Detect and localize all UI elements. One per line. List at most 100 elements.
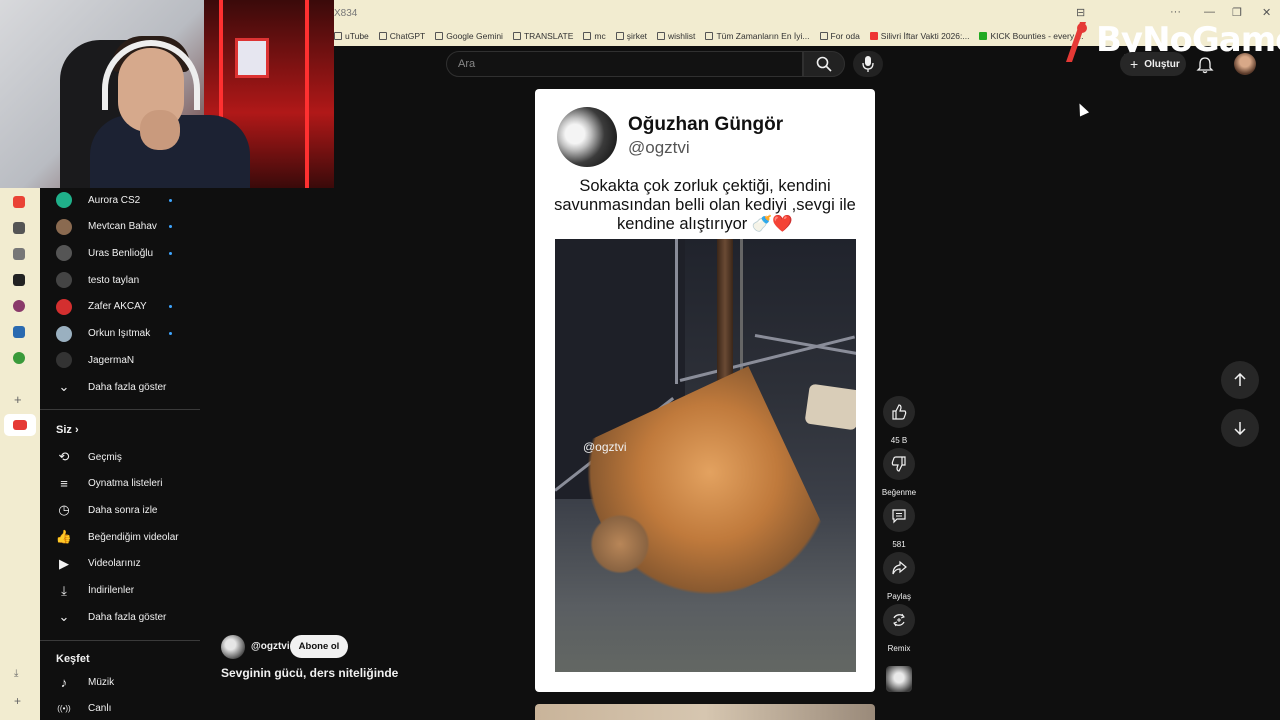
app-icon[interactable] [13,352,25,364]
you-heading[interactable]: Siz › [56,424,79,436]
bookmark-item[interactable]: ChatGPT [378,31,426,41]
bookmark-label: ChatGPT [389,31,426,41]
app-icon[interactable] [13,326,25,338]
video-frame: @ogztvi [555,239,856,672]
share-button[interactable]: Paylaş [883,552,915,601]
subscribe-button[interactable]: Abone ol [290,635,348,658]
sidebar-item-history[interactable]: ⟲ Geçmiş [40,444,200,470]
bookmark-item[interactable]: Google Gemini [435,31,503,41]
bookmark-item[interactable]: TRANSLATE [512,31,574,41]
show-more-you[interactable]: ⌄ Daha fazla göster [40,604,200,630]
sidebar-subscription[interactable]: Zafer AKCAY [40,294,200,320]
chevron-down-icon: ⌄ [58,609,70,624]
channel-name[interactable]: @ogztvi [251,641,290,652]
bookmark-item[interactable]: wishlist [657,31,695,41]
bookmark-item[interactable]: Silivri İftar Vakti 2026:... [869,31,970,41]
sidebar-subscription[interactable]: Aurora CS2 [40,187,200,213]
remix-label: Remix [887,644,911,653]
sidebar-subscription[interactable]: testo taylan [40,267,200,293]
bookmark-item[interactable]: Tüm Zamanların En İyi... [705,31,810,41]
page-icon [869,32,878,40]
more-icon[interactable]: ··· [1170,6,1181,18]
watch-later-icon: ◷ [58,502,70,518]
sidebar-item-your-videos[interactable]: ▶ Videolarınız [40,551,200,577]
sidebar-item-label: Videolarınız [88,558,141,570]
search-input[interactable] [447,52,802,76]
create-button[interactable]: + Oluştur [1120,52,1186,76]
app-icon[interactable] [13,274,25,286]
bookmark-label: uTube [345,31,369,41]
video-title[interactable]: Sevginin gücü, ders niteliğinde [221,666,398,680]
channel-avatar [56,298,72,315]
new-content-dot [169,332,172,335]
sidebar-subscription[interactable]: Orkun Işıtmak [40,321,200,347]
comment-count: 581 [892,540,906,549]
like-button[interactable]: 45 B [883,396,915,445]
sidebar-item-playlists[interactable]: ≡ Oynatma listeleri [40,471,200,497]
bookmark-label: Silivri İftar Vakti 2026:... [880,31,970,41]
live-icon: ((•)) [57,704,71,714]
show-more-subscriptions[interactable]: ⌄ Daha fazla göster [40,374,200,400]
chevron-right-icon: › [71,424,79,436]
previous-short-button[interactable] [1221,361,1259,399]
download-icon[interactable]: ⤓ [14,668,18,679]
bookmark-label: Google Gemini [446,31,503,41]
bookmark-item[interactable]: For oda [819,31,860,41]
sidebar-subscription[interactable]: Uras Benlioğlu [40,240,200,266]
app-icon[interactable] [13,248,25,260]
next-short-button[interactable] [1221,409,1259,447]
tweet-author-handle: @ogztvi [628,138,690,157]
screen: X834 ⊟ ··· — ❐ ✕ uTube ChatGPT Google Gemi… [0,0,1280,720]
dislike-button[interactable]: Beğenme [882,448,916,497]
downloads-icon: ⤓ [61,582,67,598]
bookmark-item[interactable]: uTube [334,31,369,41]
app-icon[interactable] [13,222,25,234]
your-videos-icon: ▶ [59,555,69,571]
avatar[interactable] [1234,53,1256,75]
close-icon[interactable]: ✕ [1262,6,1271,19]
voice-search-button[interactable] [853,51,883,77]
bookmark-item[interactable]: mc [583,31,606,41]
minimize-icon[interactable]: — [1204,6,1215,18]
gmail-icon[interactable] [13,196,25,208]
tab-search-icon[interactable]: ⊟ [1076,6,1085,19]
bookmark-label: TRANSLATE [523,31,574,41]
bookmark-item[interactable]: şirket [615,31,647,41]
sidebar-item-watch-later[interactable]: ◷ Daha sonra izle [40,497,200,523]
like-count: 45 B [890,436,908,445]
dislike-label: Beğenme [881,488,917,497]
notifications-button[interactable] [1196,56,1214,74]
sidebar-item-liked-videos[interactable]: 👍 Beğendiğim videolar [40,524,200,550]
video-watermark: @ogztvi [583,440,627,454]
sidebar-subscription[interactable]: JagermaN [40,347,200,373]
maximize-icon[interactable]: ❐ [1232,6,1242,19]
sidebar-item-label: Geçmiş [88,451,122,463]
sidebar-item-label: Müzik [88,676,115,688]
new-content-dot [169,251,172,255]
comments-button[interactable]: 581 [883,500,915,549]
playlists-icon: ≡ [60,476,68,492]
next-short-preview[interactable] [535,704,875,720]
sidebar-item-downloads[interactable]: ⤓ İndirilenler [40,578,200,604]
add-icon[interactable]: + [14,392,22,407]
tweet-author-name: Oğuzhan Güngör [628,114,784,135]
chatgpt-icon [378,32,387,40]
folder-icon [583,32,592,40]
remix-button[interactable]: Remix [883,604,915,653]
short-video-player[interactable]: Oğuzhan Güngör @ogztvi Sokakta çok zorlu… [535,89,875,692]
add-icon[interactable]: + [14,694,21,708]
channel-avatar [56,352,72,369]
channel-avatar[interactable] [221,635,245,659]
browser-side-rail: + ⤓ + [0,188,40,720]
sidebar-item-label: Daha sonra izle [88,504,158,516]
sidebar-item-label: Oynatma listeleri [88,478,163,490]
youtube-shortcut-icon[interactable] [4,414,36,436]
sidebar-item-live[interactable]: ((•)) Canlı [40,696,200,720]
bell-icon [1196,57,1214,74]
app-icon[interactable] [13,300,25,312]
sidebar-subscription[interactable]: Mevtcan Bahav [40,214,200,240]
search-button[interactable] [803,51,845,77]
sound-thumbnail[interactable] [886,666,912,692]
sidebar-item-music[interactable]: ♪ Müzik [40,669,200,695]
tab-title[interactable]: X834 [334,8,357,19]
